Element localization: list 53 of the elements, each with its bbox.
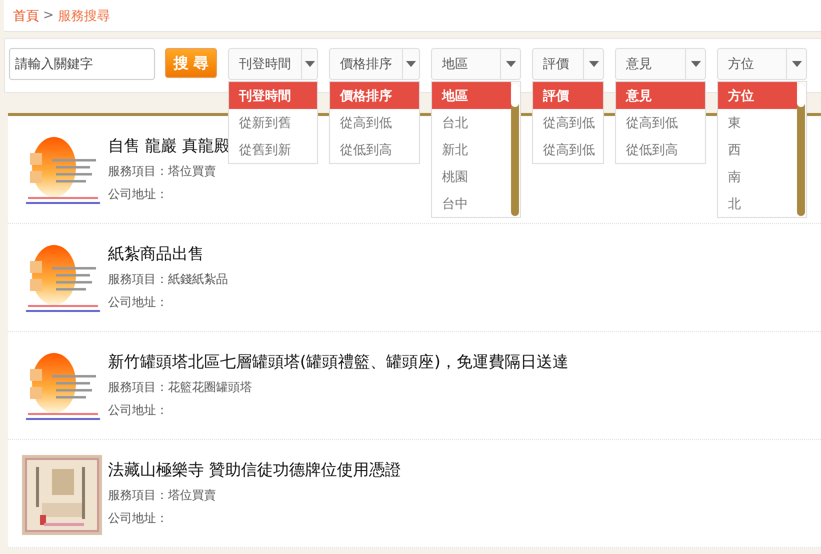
dropdown-option[interactable]: 桃園 [432, 163, 511, 190]
scrollbar[interactable] [511, 83, 519, 216]
listing-title[interactable]: 紙紮商品出售 [108, 244, 228, 265]
dropdown-option[interactable]: 評價 [533, 82, 603, 109]
dropdown-option[interactable]: 從新到舊 [229, 109, 317, 136]
listing-title[interactable]: 新竹罐頭塔北區七層罐頭塔(罐頭禮籃、罐頭座)，免運費隔日送達 [108, 352, 568, 373]
dropdown-option[interactable]: 意見 [616, 82, 705, 109]
filter-dropdown[interactable]: 刊登時間 [228, 48, 318, 80]
company-address: 公司地址： [108, 510, 169, 527]
breadcrumb-separator: > [43, 8, 54, 23]
dropdown-option[interactable]: 從高到低 [533, 136, 603, 163]
dropdown-option[interactable]: 地區 [432, 82, 511, 109]
caret-icon [690, 61, 700, 67]
dropdown-option[interactable]: 從低到高 [330, 136, 419, 163]
breadcrumb-link[interactable]: 首頁 [13, 6, 39, 24]
filter-dropdown[interactable]: 價格排序 [329, 48, 420, 80]
service-items: 服務項目：紙錢紙紮品 [108, 271, 228, 288]
dropdown-option[interactable]: 台中 [432, 190, 511, 217]
dropdown-option[interactable]: 從高到低 [616, 109, 705, 136]
filter-dropdown[interactable]: 方位 [717, 48, 807, 80]
company-address: 公司地址： [108, 294, 169, 311]
caret-icon [506, 61, 516, 67]
service-items: 服務項目：塔位買賣 [108, 487, 217, 504]
search-field[interactable]: 請輸入關鍵字 [9, 48, 155, 80]
listing-title[interactable]: 自售 龍巖 真龍殿 [108, 136, 230, 157]
dropdown-option[interactable]: 從低到高 [616, 136, 705, 163]
service-items: 服務項目：花籃花圈罐頭塔 [108, 379, 253, 396]
dropdown-option[interactable]: 南 [718, 163, 797, 190]
dropdown-option[interactable]: 方位 [718, 82, 797, 109]
caret-icon [406, 61, 416, 67]
dropdown-option[interactable]: 北 [718, 190, 797, 217]
search-button[interactable]: 搜 尋 [165, 48, 217, 78]
filter-dropdown[interactable]: 地區 [431, 48, 521, 80]
company-address: 公司地址： [108, 402, 169, 419]
dropdown-option[interactable]: 刊登時間 [229, 82, 317, 109]
dropdown-option[interactable]: 價格排序 [330, 82, 419, 109]
caret-icon [304, 61, 314, 67]
dropdown-option[interactable]: 新北 [432, 136, 511, 163]
filter-dropdown[interactable]: 評價 [532, 48, 604, 80]
filter-dropdown[interactable]: 意見 [615, 48, 706, 80]
caret-icon [588, 61, 598, 67]
dropdown-option[interactable]: 台北 [432, 109, 511, 136]
caret-icon [792, 61, 802, 67]
scrollbar[interactable] [797, 83, 805, 216]
service-items: 服務項目：塔位買賣 [108, 163, 217, 180]
dropdown-option[interactable]: 從高到低 [533, 109, 603, 136]
listing-title[interactable]: 法藏山極樂寺 贊助信徒功德牌位使用憑證 [108, 460, 402, 481]
dropdown-option[interactable]: 西 [718, 136, 797, 163]
dropdown-option[interactable]: 從高到低 [330, 109, 419, 136]
breadcrumb-current: 服務搜尋 [58, 8, 110, 24]
dropdown-option[interactable]: 從舊到新 [229, 136, 317, 163]
dropdown-option[interactable]: 東 [718, 109, 797, 136]
company-address: 公司地址： [108, 186, 169, 203]
